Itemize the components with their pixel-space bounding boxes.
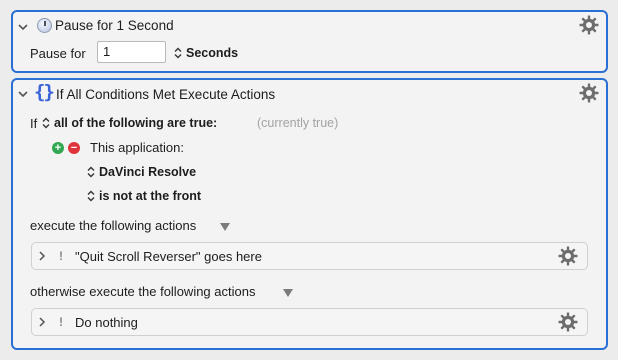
pause-duration-input[interactable]: 1 xyxy=(97,41,166,63)
execute-menu-triangle-icon[interactable] xyxy=(220,223,230,231)
condition-status: (currently true) xyxy=(257,116,339,130)
placeholder-icon: ! xyxy=(59,315,63,329)
otherwise-label: otherwise execute the following actions xyxy=(30,284,256,299)
execute-label: execute the following actions xyxy=(30,218,197,233)
gear-icon[interactable] xyxy=(579,15,599,35)
otherwise-menu-triangle-icon[interactable] xyxy=(283,289,293,297)
execute-placeholder-action[interactable]: ! "Quit Scroll Reverser" goes here xyxy=(31,242,588,270)
unit-select[interactable]: Seconds xyxy=(186,46,238,60)
expand-chevron-icon[interactable] xyxy=(37,251,47,261)
otherwise-action-title: Do nothing xyxy=(75,315,138,330)
condition-mode-stepper-icon[interactable] xyxy=(42,117,50,129)
action-title: If All Conditions Met Execute Actions xyxy=(56,87,276,102)
app-select-stepper-icon[interactable] xyxy=(87,166,95,178)
unit-select-stepper-icon[interactable] xyxy=(174,47,182,59)
gear-icon[interactable] xyxy=(579,83,599,103)
app-select[interactable]: DaVinci Resolve xyxy=(99,165,196,179)
gear-icon[interactable] xyxy=(558,312,578,332)
pause-action[interactable]: Pause for 1 Second Pause for 1 Seconds xyxy=(11,10,608,73)
if-label: If xyxy=(30,116,38,131)
state-select[interactable]: is not at the front xyxy=(99,189,201,203)
placeholder-icon: ! xyxy=(59,249,63,263)
state-select-stepper-icon[interactable] xyxy=(87,190,95,202)
expand-chevron-icon[interactable] xyxy=(37,317,47,327)
otherwise-placeholder-action[interactable]: ! Do nothing xyxy=(31,308,588,336)
collapse-chevron-icon[interactable] xyxy=(18,22,28,32)
condition-mode-select[interactable]: all of the following are true: xyxy=(54,116,217,130)
remove-condition-icon[interactable]: − xyxy=(68,142,80,154)
clock-icon xyxy=(37,18,52,33)
execute-action-title: "Quit Scroll Reverser" goes here xyxy=(75,249,262,264)
pause-for-label: Pause for xyxy=(30,46,86,61)
if-conditions-action[interactable]: {} If All Conditions Met Execute Actions… xyxy=(11,78,608,350)
action-title: Pause for 1 Second xyxy=(55,18,174,33)
gear-icon[interactable] xyxy=(558,246,578,266)
add-condition-icon[interactable]: + xyxy=(52,142,64,154)
braces-icon: {} xyxy=(34,81,55,103)
condition-label: This application: xyxy=(90,140,184,155)
collapse-chevron-icon[interactable] xyxy=(18,89,28,99)
